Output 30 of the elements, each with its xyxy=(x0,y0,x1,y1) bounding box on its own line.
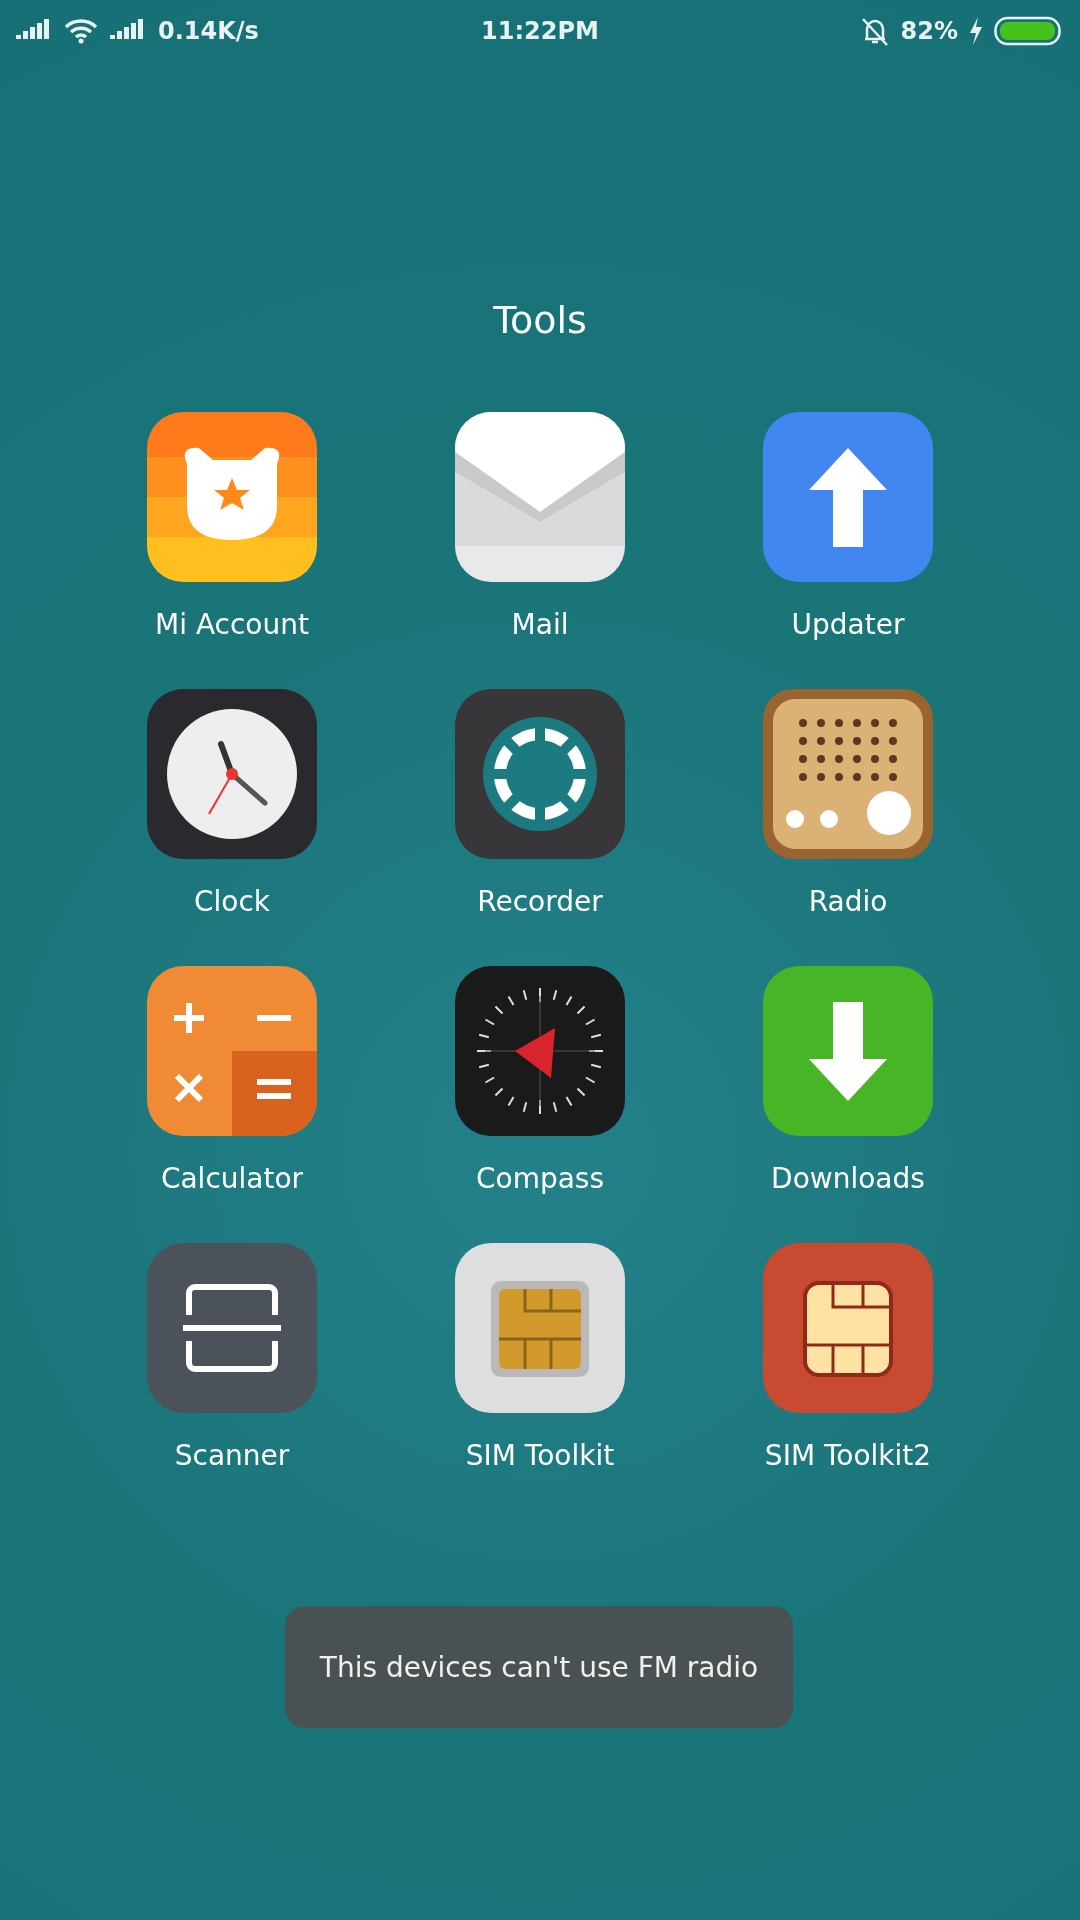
app-label[interactable]: Compass xyxy=(475,1162,605,1195)
app-label[interactable]: Radio xyxy=(808,885,888,918)
network-speed: 0.14K/s xyxy=(158,17,259,45)
folder-title: Tools xyxy=(493,298,587,342)
app-label[interactable]: Recorder xyxy=(477,885,603,918)
clock-icon[interactable] xyxy=(147,689,317,859)
record-dial-icon[interactable] xyxy=(455,689,625,859)
wifi-icon xyxy=(64,18,98,44)
app-label[interactable]: Scanner xyxy=(174,1439,290,1472)
compass-icon[interactable] xyxy=(455,966,625,1136)
app-label[interactable]: SIM Toolkit2 xyxy=(764,1439,932,1472)
app-label[interactable]: Mi Account xyxy=(155,608,309,641)
app-label[interactable]: Calculator xyxy=(160,1162,304,1195)
clock-time: 11:22PM xyxy=(481,17,599,45)
sim-chip-icon[interactable] xyxy=(763,1243,933,1413)
sim-chip-icon[interactable] xyxy=(455,1243,625,1413)
toast-message: This devices can't use FM radio xyxy=(319,1650,759,1684)
charging-bolt-icon xyxy=(968,17,984,45)
scan-frame-icon[interactable] xyxy=(147,1243,317,1413)
battery-icon xyxy=(994,16,1064,46)
app-label[interactable]: Clock xyxy=(193,885,271,918)
radio-icon[interactable] xyxy=(763,689,933,859)
battery-percent: 82% xyxy=(900,17,958,45)
app-label[interactable]: Mail xyxy=(511,608,569,641)
app-label[interactable]: SIM Toolkit xyxy=(465,1439,615,1472)
calculator-icon[interactable] xyxy=(147,966,317,1136)
app-label[interactable]: Downloads xyxy=(771,1162,925,1195)
envelope-icon[interactable] xyxy=(455,412,625,582)
bunny-icon[interactable] xyxy=(147,412,317,582)
app-label[interactable]: Updater xyxy=(791,608,905,641)
